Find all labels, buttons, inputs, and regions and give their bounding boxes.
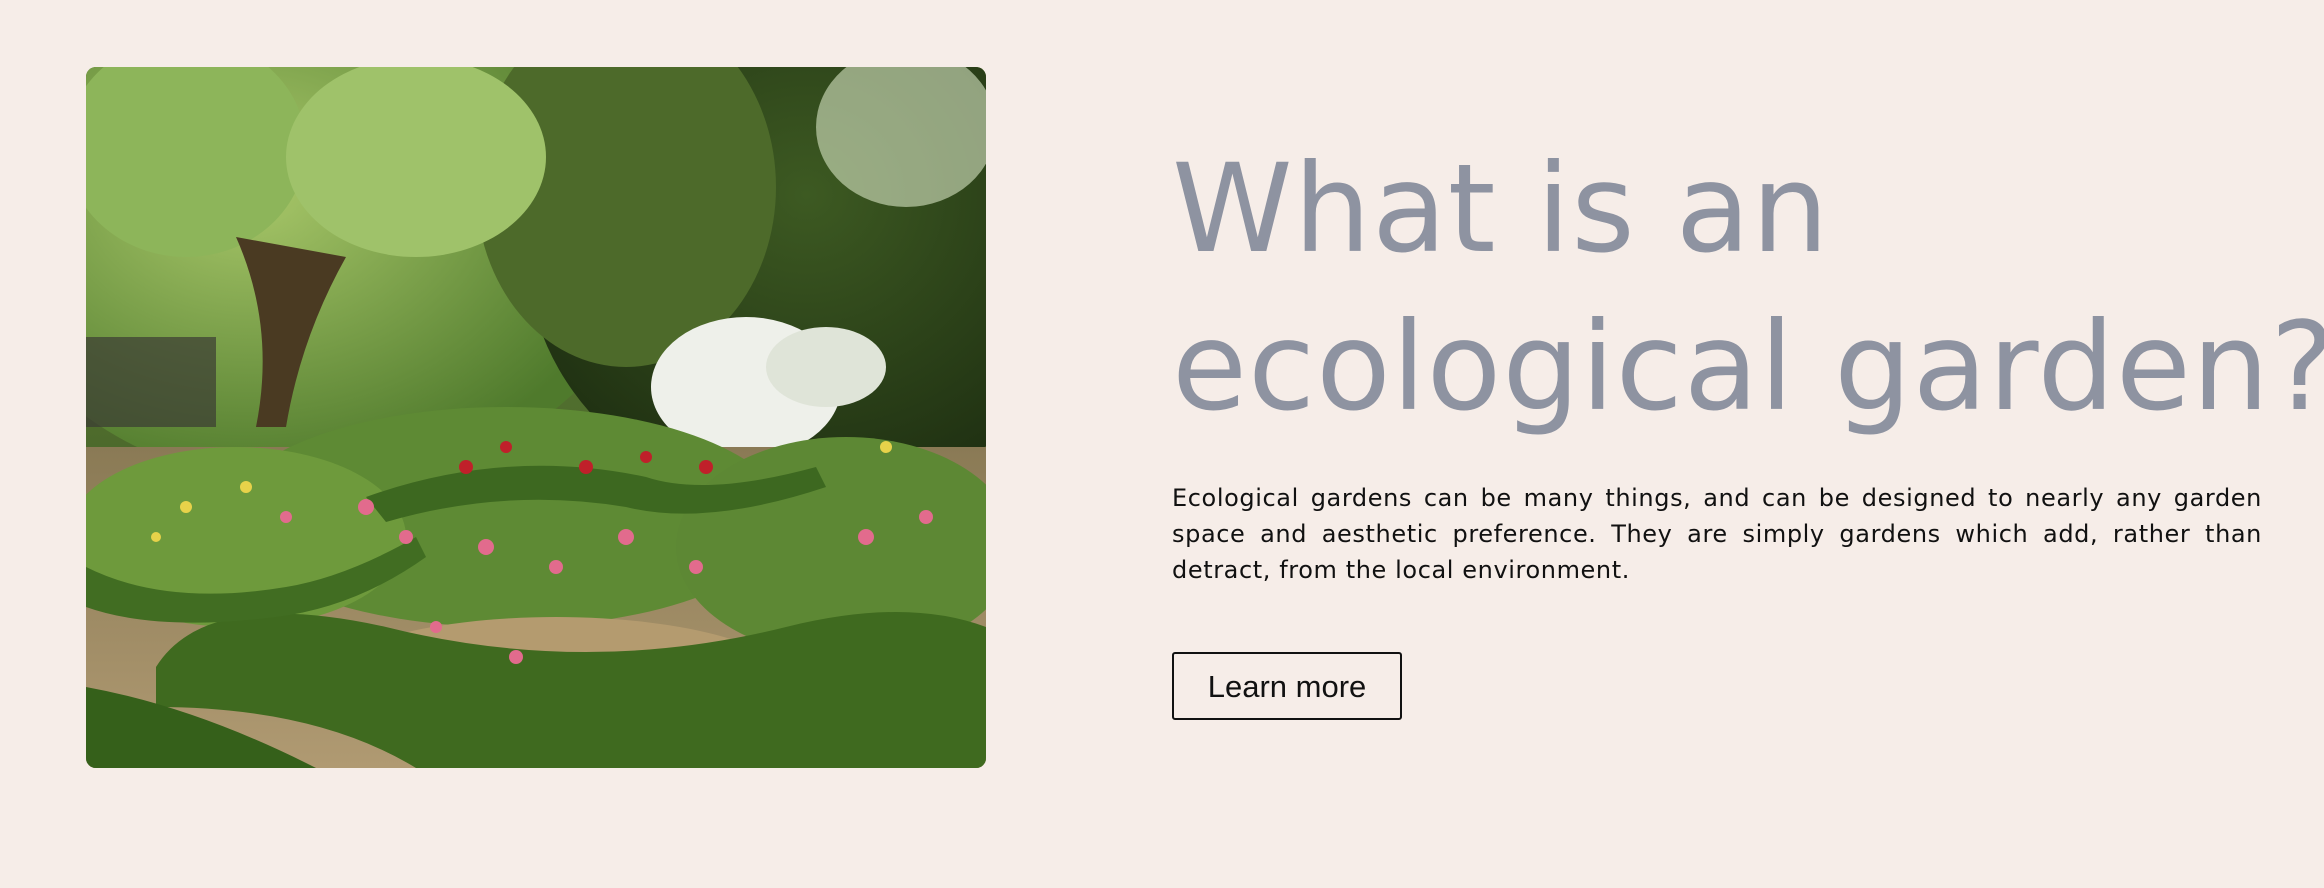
page-title-line-2: ecological garden? [1172, 296, 2324, 438]
hero-content: What is an ecological garden? Ecological… [1172, 130, 2324, 720]
learn-more-button[interactable]: Learn more [1172, 652, 1402, 720]
page-title: What is an ecological garden? [1172, 130, 2324, 446]
page-title-line-1: What is an [1172, 138, 1830, 280]
garden-photo [86, 67, 986, 768]
hero-description: Ecological gardens can be many things, a… [1172, 484, 2262, 584]
hero-section: What is an ecological garden? Ecological… [0, 0, 2324, 888]
